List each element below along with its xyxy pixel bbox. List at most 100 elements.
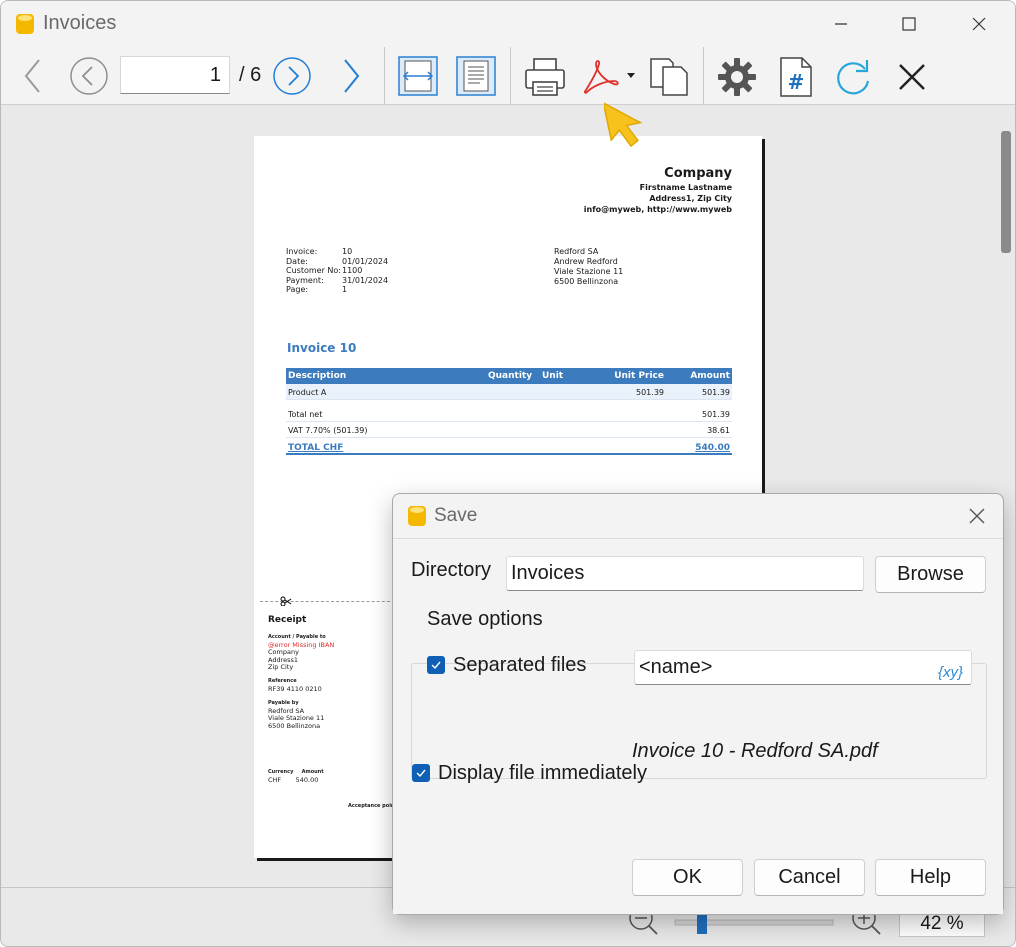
minimize-button[interactable]	[823, 9, 859, 39]
meta-value: 01/01/2024	[342, 256, 389, 266]
receipt-account: Account / Payable to @error Missing IBAN…	[268, 633, 334, 672]
ok-button[interactable]: OK	[632, 859, 743, 896]
customer-line: Redford SA	[554, 247, 599, 256]
total-label: TOTAL CHF	[288, 443, 344, 453]
receipt-line: 6500 Bellinzona	[268, 721, 321, 730]
filename-pattern-value: <name>	[639, 656, 713, 678]
receipt-amount: Currency Amount CHF 540.00	[268, 768, 324, 784]
save-dialog: Save Directory Invoices Browse Save opti…	[392, 493, 1004, 915]
title-bar: Invoices	[1, 1, 1015, 47]
refresh-button[interactable]	[831, 55, 875, 99]
toolbar-separator	[510, 47, 511, 104]
column-header: Amount	[690, 371, 730, 381]
print-button[interactable]	[522, 55, 568, 99]
next-page-button[interactable]	[272, 56, 312, 96]
table-row: VAT 7.70% (501.39) 38.61	[286, 422, 732, 438]
fit-width-button[interactable]	[396, 54, 440, 98]
receipt-label: Payable by	[268, 700, 299, 706]
doc-address-line: Address1, Zip City	[649, 194, 732, 203]
doc-address-line: info@myweb, http://www.myweb	[583, 205, 732, 214]
meta-key: Invoice:	[286, 247, 318, 256]
close-icon	[969, 508, 985, 524]
doc-company-name: Company	[664, 166, 732, 181]
page-total-label: / 6	[239, 64, 262, 86]
receipt-line: Zip City	[268, 663, 294, 671]
save-options-label: Save options	[423, 608, 547, 631]
close-window-button[interactable]	[961, 9, 997, 39]
receipt-amount-value: 540.00	[295, 775, 319, 784]
cancel-button[interactable]: Cancel	[754, 859, 865, 896]
table-row: Total net 501.39	[286, 406, 732, 422]
meta-value: 1100	[342, 266, 363, 275]
insert-variable-button[interactable]: {xy}	[938, 657, 963, 689]
chevron-left-icon	[24, 59, 40, 93]
doc-customer-address: Redford SA Andrew Redford Viale Stazione…	[554, 247, 623, 287]
app-logo-icon	[16, 14, 34, 34]
last-page-button[interactable]	[337, 55, 365, 97]
separated-files-checkbox[interactable]	[427, 656, 445, 674]
first-page-button[interactable]	[17, 55, 49, 97]
app-logo-icon	[408, 506, 426, 526]
display-file-label: Display file immediately	[438, 762, 647, 784]
meta-value: 1	[342, 285, 348, 294]
display-file-checkbox[interactable]	[412, 764, 430, 782]
receipt-label: Reference	[268, 678, 297, 684]
directory-label: Directory	[411, 559, 492, 581]
filename-pattern-input[interactable]: <name> {xy}	[634, 650, 972, 685]
total-underline	[286, 453, 732, 455]
receipt-reference: Reference RF39 4110 0210	[268, 677, 322, 693]
fit-page-button[interactable]	[454, 54, 498, 98]
page-numbering-button[interactable]: #	[775, 55, 817, 99]
receipt-title: Receipt	[268, 615, 307, 625]
doc-invoice-meta: Invoice: 10 Date: 01/01/2024 Customer No:1…	[286, 247, 388, 295]
hash-document-icon: #	[780, 57, 812, 97]
svg-text:#: #	[788, 70, 805, 94]
separated-files-label: Separated files	[453, 654, 587, 676]
table-cell: Total net	[288, 410, 323, 419]
receipt-label: Amount	[301, 769, 324, 775]
receipt-currency: CHF	[268, 775, 282, 784]
previous-page-button[interactable]	[69, 56, 109, 96]
doc-address-line: Firstname Lastname	[639, 183, 732, 192]
meta-key: Page:	[286, 285, 309, 294]
meta-key: Customer No:	[286, 266, 341, 275]
fit-page-icon	[456, 56, 496, 96]
meta-key: Date:	[286, 256, 308, 266]
receipt-payable-by: Payable by Redford SA Viale Stazione 11 …	[268, 699, 324, 730]
dialog-close-button[interactable]	[967, 506, 991, 530]
copy-button[interactable]	[646, 55, 692, 99]
meta-value: 31/01/2024	[342, 275, 389, 285]
maximize-button[interactable]	[891, 9, 927, 39]
zoom-slider-handle[interactable]	[697, 914, 707, 934]
customer-line: Viale Stazione 11	[554, 267, 624, 276]
close-preview-button[interactable]	[890, 55, 934, 99]
column-header: Description	[288, 371, 347, 381]
gear-icon	[718, 58, 756, 96]
settings-button[interactable]	[715, 55, 759, 99]
table-row: Product A 501.39 501.39	[286, 384, 732, 400]
scissors-icon	[280, 596, 292, 606]
table-cell: 501.39	[636, 388, 664, 397]
vertical-scrollbar-thumb[interactable]	[1001, 131, 1011, 253]
invoice-table: Description Quantity Unit Unit Price Amo…	[286, 368, 732, 455]
close-icon	[972, 17, 986, 31]
table-cell: Product A	[288, 388, 327, 397]
checkmark-icon	[416, 769, 426, 778]
export-pdf-button[interactable]	[581, 55, 639, 99]
table-cell: 38.61	[707, 426, 730, 435]
table-total-row: TOTAL CHF 540.00	[286, 438, 732, 455]
doc-invoice-title: Invoice 10	[287, 341, 357, 355]
help-button[interactable]: Help	[875, 859, 986, 896]
toolbar: 1 / 6 #	[1, 47, 1015, 105]
receipt-label: Currency	[268, 769, 294, 775]
column-header: Quantity	[488, 371, 533, 381]
minimize-icon	[835, 23, 847, 25]
meta-key: Payment:	[286, 275, 324, 285]
table-cell: VAT 7.70% (501.39)	[288, 426, 368, 435]
browse-button[interactable]: Browse	[875, 556, 986, 593]
receipt-line: RF39 4110 0210	[268, 684, 322, 693]
close-icon	[899, 64, 925, 90]
directory-input[interactable]: Invoices	[506, 556, 864, 591]
total-amount: 540.00	[695, 443, 730, 453]
page-number-input[interactable]: 1	[120, 56, 230, 94]
